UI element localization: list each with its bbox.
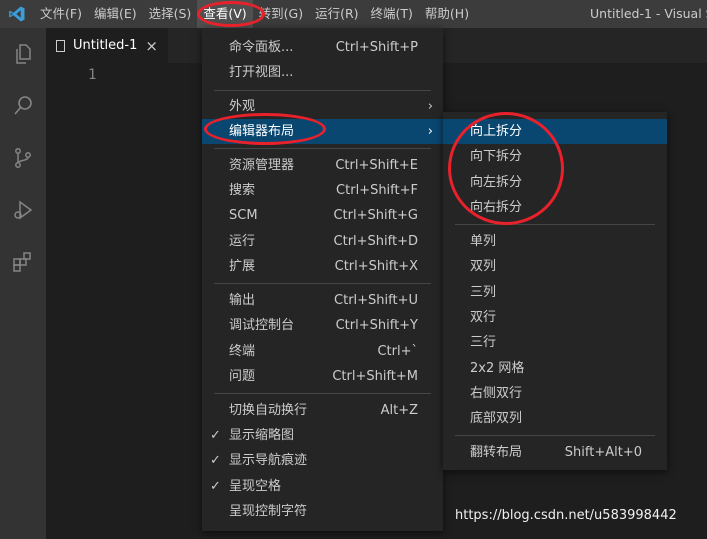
menu-item-shortcut: Ctrl+Shift+U bbox=[334, 293, 418, 308]
menu-item-command-palette[interactable]: 命令面板... Ctrl+Shift+P bbox=[202, 35, 443, 60]
menu-item-show-breadcrumbs[interactable]: ✓ 显示导航痕迹 bbox=[202, 448, 443, 473]
tab-untitled-1[interactable]: Untitled-1 × bbox=[46, 28, 168, 63]
menu-item-label: 问题 bbox=[229, 369, 256, 384]
menu-item-label: 输出 bbox=[229, 293, 256, 308]
menu-item-render-whitespace[interactable]: ✓ 呈现空格 bbox=[202, 474, 443, 499]
menu-item-problems[interactable]: 问题 Ctrl+Shift+M bbox=[202, 364, 443, 389]
menu-item-label: 呈现控制字符 bbox=[229, 504, 308, 519]
submenu-item-two-columns[interactable]: 双列 bbox=[443, 254, 667, 279]
menu-item-shortcut: Ctrl+Shift+E bbox=[335, 158, 418, 173]
menu-file[interactable]: 文件(F) bbox=[34, 0, 88, 28]
activity-bar bbox=[0, 28, 46, 539]
check-icon: ✓ bbox=[210, 479, 221, 494]
menu-item-run[interactable]: 运行 Ctrl+Shift+D bbox=[202, 229, 443, 254]
close-icon[interactable]: × bbox=[145, 37, 158, 55]
view-menu: 命令面板... Ctrl+Shift+P 打开视图... 外观 › 编辑器布局 … bbox=[202, 28, 443, 531]
menu-separator bbox=[214, 90, 431, 91]
menu-item-label: 三列 bbox=[470, 285, 497, 300]
menu-item-label: 终端 bbox=[229, 344, 256, 359]
menu-separator bbox=[214, 148, 431, 149]
menu-item-shortcut: Ctrl+Shift+F bbox=[336, 183, 418, 198]
submenu-item-two-rows[interactable]: 双行 bbox=[443, 305, 667, 330]
explorer-icon[interactable] bbox=[0, 28, 46, 80]
menu-run[interactable]: 运行(R) bbox=[309, 0, 364, 28]
menu-item-label: 双行 bbox=[470, 310, 497, 325]
window-title: Untitled-1 - Visual Stu bbox=[590, 6, 707, 21]
extensions-icon[interactable] bbox=[0, 236, 46, 288]
check-icon: ✓ bbox=[210, 428, 221, 443]
submenu-item-grid-2x2[interactable]: 2x2 网格 bbox=[443, 356, 667, 381]
annotation-ring-view-menu bbox=[197, 1, 265, 27]
menu-item-search[interactable]: 搜索 Ctrl+Shift+F bbox=[202, 178, 443, 203]
menu-item-shortcut: Ctrl+Shift+P bbox=[335, 40, 418, 55]
source-control-icon[interactable] bbox=[0, 132, 46, 184]
menu-item-extensions[interactable]: 扩展 Ctrl+Shift+X bbox=[202, 254, 443, 279]
menu-separator bbox=[214, 393, 431, 394]
tab-label: Untitled-1 bbox=[73, 38, 138, 53]
annotation-ring-split-options bbox=[448, 112, 564, 225]
menu-item-label: 双列 bbox=[470, 259, 497, 274]
menu-help[interactable]: 帮助(H) bbox=[419, 0, 475, 28]
vscode-logo-icon bbox=[0, 0, 34, 28]
menu-item-scm[interactable]: SCM Ctrl+Shift+G bbox=[202, 203, 443, 228]
menu-item-shortcut: Alt+Z bbox=[380, 403, 418, 418]
menu-item-render-control-chars[interactable]: 呈现控制字符 bbox=[202, 499, 443, 524]
menu-item-explorer[interactable]: 资源管理器 Ctrl+Shift+E bbox=[202, 153, 443, 178]
menu-item-terminal[interactable]: 终端 Ctrl+` bbox=[202, 339, 443, 364]
menu-item-label: 底部双列 bbox=[470, 411, 523, 426]
menu-item-label: 扩展 bbox=[229, 259, 256, 274]
menu-item-label: 2x2 网格 bbox=[470, 361, 525, 376]
chevron-right-icon: › bbox=[427, 99, 433, 114]
menu-item-label: 显示导航痕迹 bbox=[229, 453, 308, 468]
menu-item-label: SCM bbox=[229, 208, 258, 223]
menu-item-label: 呈现空格 bbox=[229, 479, 282, 494]
search-icon[interactable] bbox=[0, 80, 46, 132]
line-number: 1 bbox=[88, 67, 97, 83]
menu-item-output[interactable]: 输出 Ctrl+Shift+U bbox=[202, 288, 443, 313]
menu-item-debug-console[interactable]: 调试控制台 Ctrl+Shift+Y bbox=[202, 313, 443, 338]
menu-item-shortcut: Shift+Alt+0 bbox=[564, 445, 642, 460]
menu-selection[interactable]: 选择(S) bbox=[143, 0, 198, 28]
menu-item-shortcut: Ctrl+Shift+Y bbox=[335, 318, 418, 333]
title-bar: 文件(F) 编辑(E) 选择(S) 查看(V) 转到(G) 运行(R) 终端(T… bbox=[0, 0, 707, 28]
submenu-item-flip-layout[interactable]: 翻转布局 Shift+Alt+0 bbox=[443, 440, 667, 465]
menu-item-shortcut: Ctrl+Shift+D bbox=[333, 234, 418, 249]
menu-separator bbox=[214, 283, 431, 284]
submenu-item-two-rows-right[interactable]: 右侧双行 bbox=[443, 381, 667, 406]
run-debug-icon[interactable] bbox=[0, 184, 46, 236]
menu-item-label: 显示缩略图 bbox=[229, 428, 295, 443]
menu-item-label: 资源管理器 bbox=[229, 158, 295, 173]
submenu-item-two-columns-bottom[interactable]: 底部双列 bbox=[443, 406, 667, 431]
menu-separator bbox=[455, 224, 655, 225]
menu-item-shortcut: Ctrl+Shift+M bbox=[332, 369, 418, 384]
menu-item-label: 运行 bbox=[229, 234, 256, 249]
submenu-item-three-columns[interactable]: 三列 bbox=[443, 280, 667, 305]
menu-item-label: 搜索 bbox=[229, 183, 256, 198]
menu-item-shortcut: Ctrl+` bbox=[377, 344, 418, 359]
menu-item-label: 切换自动换行 bbox=[229, 403, 308, 418]
menu-item-label: 单列 bbox=[470, 234, 497, 249]
menu-item-label: 命令面板... bbox=[229, 40, 294, 55]
file-icon bbox=[56, 39, 65, 52]
submenu-item-three-rows[interactable]: 三行 bbox=[443, 330, 667, 355]
menu-item-label: 三行 bbox=[470, 335, 497, 350]
annotation-ring-editor-layout bbox=[204, 113, 326, 145]
submenu-item-single-column[interactable]: 单列 bbox=[443, 229, 667, 254]
menu-item-label: 调试控制台 bbox=[229, 318, 295, 333]
menu-item-label: 右侧双行 bbox=[470, 386, 523, 401]
menu-item-shortcut: Ctrl+Shift+G bbox=[333, 208, 418, 223]
menu-edit[interactable]: 编辑(E) bbox=[88, 0, 143, 28]
menu-item-label: 打开视图... bbox=[229, 65, 294, 80]
menu-item-shortcut: Ctrl+Shift+X bbox=[334, 259, 418, 274]
menu-item-show-minimap[interactable]: ✓ 显示缩略图 bbox=[202, 423, 443, 448]
menu-item-label: 翻转布局 bbox=[470, 445, 523, 460]
chevron-right-icon: › bbox=[427, 124, 433, 139]
menu-terminal[interactable]: 终端(T) bbox=[365, 0, 419, 28]
check-icon: ✓ bbox=[210, 453, 221, 468]
menu-item-toggle-word-wrap[interactable]: 切换自动换行 Alt+Z bbox=[202, 398, 443, 423]
menu-item-open-view[interactable]: 打开视图... bbox=[202, 60, 443, 85]
watermark-text: https://blog.csdn.net/u583998442 bbox=[455, 508, 677, 523]
menu-separator bbox=[455, 435, 655, 436]
